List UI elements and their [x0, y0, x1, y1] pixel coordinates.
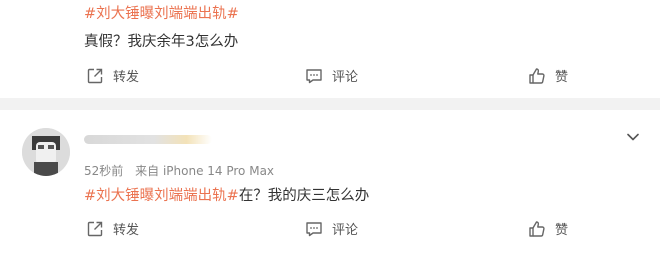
post-separator	[0, 98, 660, 110]
post-action-bar: 转发 评论 赞	[0, 219, 660, 243]
comment-button[interactable]: 评论	[305, 219, 358, 238]
share-arrow-icon	[86, 67, 104, 85]
comment-label: 评论	[332, 223, 359, 238]
post-text: 在？我的庆三怎么办	[238, 188, 370, 204]
weibo-post: 52秒前 来自 iPhone 14 Pro Max #刘大锤曝刘端端出轨#在？我…	[0, 110, 660, 261]
post-text: 真假？我庆余年3怎么办	[84, 34, 239, 50]
repost-button[interactable]: 转发	[86, 219, 139, 238]
post-action-bar: 转发 评论 赞	[0, 66, 660, 90]
like-label: 赞	[555, 223, 569, 238]
username-redacted[interactable]	[84, 135, 212, 144]
comment-button[interactable]: 评论	[305, 66, 358, 85]
comment-bubble-icon	[305, 68, 323, 84]
like-label: 赞	[555, 70, 569, 85]
topic-hashtag-link[interactable]: #刘大锤曝刘端端出轨#	[84, 2, 239, 23]
avatar[interactable]	[22, 128, 70, 176]
weibo-post: #刘大锤曝刘端端出轨# 真假？我庆余年3怎么办 转发 评论 赞	[0, 0, 660, 98]
topic-hashtag-link[interactable]: #刘大锤曝刘端端出轨#	[84, 188, 239, 204]
source-label: 来自	[135, 164, 160, 178]
thumbs-up-icon	[528, 220, 546, 238]
comment-bubble-icon	[305, 221, 323, 237]
repost-button[interactable]: 转发	[86, 66, 139, 85]
thumbs-up-icon	[528, 67, 546, 85]
like-button[interactable]: 赞	[528, 66, 568, 85]
share-arrow-icon	[86, 220, 104, 238]
post-content: #刘大锤曝刘端端出轨#在？我的庆三怎么办	[84, 184, 369, 205]
like-button[interactable]: 赞	[528, 219, 568, 238]
source-device: iPhone 14 Pro Max	[162, 164, 275, 178]
post-meta: 52秒前 来自 iPhone 14 Pro Max	[84, 162, 274, 179]
chevron-down-icon[interactable]	[626, 127, 640, 146]
repost-label: 转发	[113, 223, 140, 238]
repost-label: 转发	[113, 70, 140, 85]
post-timestamp: 52秒前	[84, 164, 124, 178]
comment-label: 评论	[332, 70, 359, 85]
